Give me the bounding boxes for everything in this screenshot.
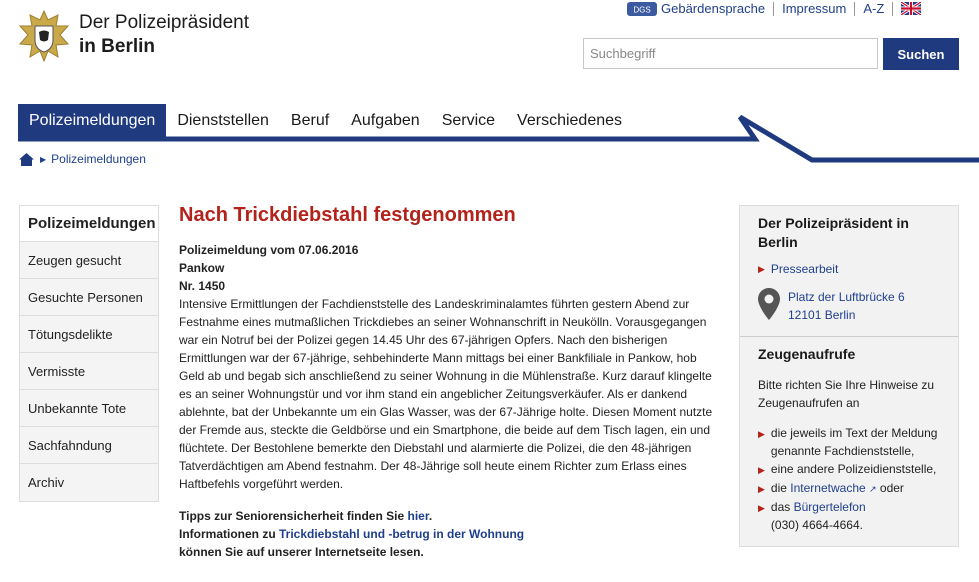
search-input[interactable]	[583, 38, 878, 69]
sidebar-item-toetungsdelikte[interactable]: Tötungsdelikte	[20, 316, 158, 353]
press-link[interactable]: ▶ Pressearbeit	[758, 262, 940, 276]
nav-item-service[interactable]: Service	[431, 104, 506, 138]
external-link-icon: ↗	[869, 484, 877, 494]
list-item-text: das	[770, 500, 794, 514]
article-date: Polizeimeldung vom 07.06.2016	[179, 243, 359, 257]
nav-item-beruf[interactable]: Beruf	[280, 104, 340, 138]
article-district: Pankow	[179, 261, 225, 275]
main-nav: Polizeimeldungen Dienststellen Beruf Auf…	[18, 104, 633, 138]
nav-item-polizeimeldungen[interactable]: Polizeimeldungen	[18, 104, 167, 138]
imprint-link[interactable]: Impressum	[782, 1, 846, 16]
nav-item-aufgaben[interactable]: Aufgaben	[340, 104, 431, 138]
article-tips: Tipps zur Seniorensicherheit finden Sie …	[179, 507, 719, 561]
witness-box: Zeugenaufrufe Bitte richten Sie Ihre Hin…	[740, 336, 958, 546]
tips-here-link[interactable]: hier	[408, 509, 429, 523]
breadcrumb-link-polizeimeldungen[interactable]: Polizeimeldungen	[51, 152, 146, 166]
info-text: Informationen zu	[179, 527, 279, 541]
witness-intro: Bitte richten Sie Ihre Hinweise zu Zeuge…	[758, 378, 935, 410]
divider	[892, 1, 894, 16]
sidebar-item-vermisste[interactable]: Vermisste	[20, 353, 158, 390]
list-item-text: die jeweils im Text der Meldung genannte…	[770, 426, 938, 458]
list-item: ▶ eine andere Polizeidienststelle,	[758, 460, 940, 479]
list-item: ▶ die jeweils im Text der Meldung genann…	[758, 424, 940, 460]
uk-flag-icon[interactable]	[901, 2, 922, 15]
article: Nach Trickdiebstahl festgenommen Polizei…	[179, 204, 719, 561]
triangle-right-icon: ▶	[758, 263, 765, 274]
site-title-line2: in Berlin	[79, 36, 156, 57]
article-number: Nr. 1450	[179, 279, 226, 293]
phone-number: (030) 4664-4664.	[770, 518, 863, 532]
triangle-right-icon: ▶	[758, 503, 765, 513]
address[interactable]: Platz der Luftbrücke 6 12101 Berlin	[758, 288, 940, 324]
home-icon[interactable]	[19, 152, 34, 166]
tips-period: .	[428, 509, 433, 523]
sidebar-item-sachfahndung[interactable]: Sachfahndung	[20, 427, 158, 464]
article-title: Nach Trickdiebstahl festgenommen	[179, 204, 516, 226]
address-city: 12101 Berlin	[788, 308, 856, 322]
list-item-text: eine andere Polizeidienststelle,	[770, 462, 937, 476]
trickdiebstahl-link[interactable]: Trickdiebstahl und -betrug in der Wohnun…	[279, 527, 524, 541]
sidebar-item-unbekannte-tote[interactable]: Unbekannte Tote	[20, 390, 158, 427]
sidebar: Polizeimeldungen Zeugen gesucht Gesuchte…	[19, 205, 159, 502]
internetwache-link[interactable]: Internetwache	[790, 481, 865, 495]
nav-item-verschiedenes[interactable]: Verschiedenes	[506, 104, 633, 138]
site-title[interactable]: Der Polizeipräsident in Berlin	[79, 11, 249, 59]
police-star-logo[interactable]	[18, 10, 70, 62]
sidebar-title[interactable]: Polizeimeldungen	[20, 206, 158, 242]
sidebar-item-zeugen-gesucht[interactable]: Zeugen gesucht	[20, 242, 158, 279]
breadcrumb: ▶ Polizeimeldungen	[19, 152, 146, 166]
contact-title: Der Polizeipräsident in Berlin	[758, 215, 909, 250]
witness-title: Zeugenaufrufe	[758, 346, 856, 362]
sign-language-link[interactable]: Gebärdensprache	[661, 1, 765, 16]
a-z-link[interactable]: A-Z	[863, 1, 884, 16]
dgs-icon: DGS	[627, 1, 657, 16]
article-body: Intensive Ermittlungen der Fachdienstste…	[179, 297, 713, 491]
search-button[interactable]: Suchen	[883, 38, 959, 70]
tips-text: Tipps zur Seniorensicherheit finden Sie	[179, 509, 408, 523]
list-item: ▶ das Bürgertelefon (030) 4664-4664.	[758, 498, 940, 534]
map-pin-icon	[758, 288, 780, 320]
list-item: ▶ die Internetwache ↗ oder	[758, 479, 940, 498]
address-street: Platz der Luftbrücke 6	[788, 290, 905, 304]
nav-item-dienststellen[interactable]: Dienststellen	[166, 104, 280, 138]
divider	[773, 1, 775, 16]
svg-text:DGS: DGS	[633, 5, 650, 14]
sidebar-item-gesuchte-personen[interactable]: Gesuchte Personen	[20, 279, 158, 316]
right-sidebar: Der Polizeipräsident in Berlin ▶ Pressea…	[739, 205, 959, 547]
list-item-text: oder	[876, 481, 904, 495]
buergertelefon-link[interactable]: Bürgertelefon	[794, 500, 866, 514]
triangle-right-icon: ▶	[758, 484, 765, 494]
sidebar-item-archiv[interactable]: Archiv	[20, 464, 158, 501]
list-item-text: die	[770, 481, 791, 495]
contact-box: Der Polizeipräsident in Berlin ▶ Pressea…	[740, 206, 958, 336]
triangle-right-icon: ▶	[758, 429, 765, 439]
site-title-line1: Der Polizeipräsident	[79, 12, 250, 33]
top-links: DGS Gebärdensprache Impressum A-Z	[627, 1, 922, 16]
witness-list: ▶ die jeweils im Text der Meldung genann…	[758, 424, 940, 534]
press-link-label: Pressearbeit	[770, 262, 839, 276]
divider	[854, 1, 856, 16]
triangle-right-icon: ▶	[758, 465, 765, 475]
chevron-right-icon: ▶	[40, 154, 47, 164]
info-text-end: können Sie auf unserer Internetseite les…	[179, 545, 424, 559]
